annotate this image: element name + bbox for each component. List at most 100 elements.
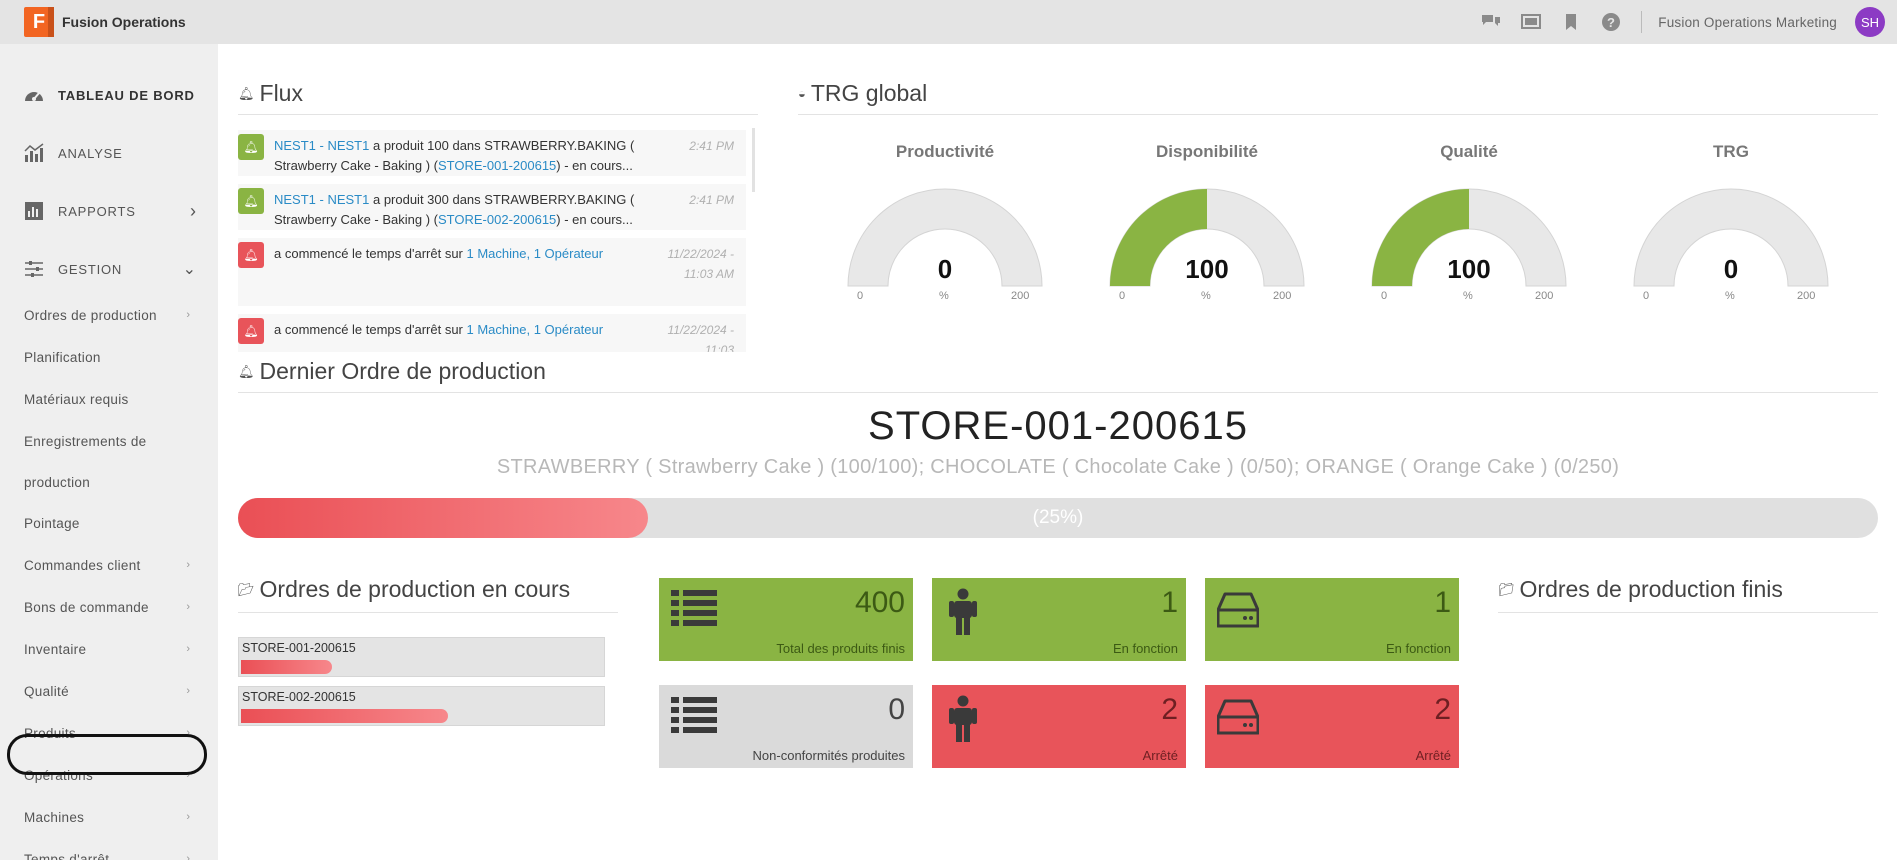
- feed-resource-link[interactable]: 1 Machine, 1 Opérateur: [467, 246, 604, 261]
- gauge-unit-label: %: [939, 290, 949, 302]
- bell-icon: 🔔︎: [238, 134, 264, 160]
- chevron-right-icon: ›: [186, 309, 190, 321]
- sidebar-item-time-tracking[interactable]: Pointage: [0, 502, 218, 544]
- nav-management[interactable]: GESTION ⌄: [0, 244, 218, 294]
- sidebar-item-label: Pointage: [24, 515, 80, 531]
- gauge-max-label: 200: [1273, 290, 1292, 302]
- monitor-icon[interactable]: [1521, 12, 1542, 32]
- feed-item: 🔔︎ a commencé le temps d'arrêt sur 1 Mac…: [238, 314, 746, 352]
- folder-icon: 📁︎: [1498, 581, 1515, 597]
- sidebar-item-sales-orders[interactable]: Commandes client ›: [0, 544, 218, 586]
- bookmark-icon[interactable]: [1561, 12, 1581, 32]
- in-progress-divider: [238, 612, 618, 613]
- sidebar-item-downtime[interactable]: Temps d'arrêt ›: [0, 838, 218, 860]
- last-order-items: STRAWBERRY ( Strawberry Cake ) (100/100)…: [496, 456, 1620, 478]
- tile-total-finished[interactable]: 400 Total des produits finis: [659, 578, 913, 661]
- in-progress-order-bar: [241, 660, 332, 674]
- nav-reports[interactable]: RAPPORTS ›: [0, 186, 218, 236]
- chevron-down-icon: ⌄: [182, 261, 196, 278]
- chat-icon[interactable]: [1481, 12, 1501, 32]
- feed-item-text: a commencé le temps d'arrêt sur 1 Machin…: [274, 244, 674, 264]
- sidebar-item-inventory[interactable]: Inventaire ›: [0, 628, 218, 670]
- tile-value: 400: [854, 586, 905, 619]
- header-divider: [1641, 11, 1643, 33]
- reports-icon: [25, 202, 43, 220]
- feed-order-link[interactable]: STORE-002-200615: [438, 212, 556, 227]
- dashboard-icon: [25, 92, 43, 101]
- trg-divider: [798, 114, 1878, 115]
- last-order-divider: [238, 392, 1878, 393]
- sidebar-item-planning[interactable]: Planification: [0, 336, 218, 378]
- tile-operators-running[interactable]: 1 En fonction: [932, 578, 1186, 661]
- flux-heading: 🔔︎ Flux: [238, 80, 303, 107]
- gauge-label: Disponibilité: [1156, 142, 1258, 161]
- feed-order-link[interactable]: STORE-001-200615: [438, 158, 556, 173]
- feed-resource-link[interactable]: 1 Machine, 1 Opérateur: [467, 322, 604, 337]
- sidebar-item-label: Inventaire: [24, 641, 87, 657]
- gauge-unit-label: %: [1725, 290, 1735, 302]
- in-progress-order-row[interactable]: STORE-001-200615: [238, 637, 605, 677]
- tile-nonconformities[interactable]: 0 Non-conformités produites: [659, 685, 913, 768]
- sidebar-item-machines[interactable]: Machines ›: [0, 796, 218, 838]
- sidebar-item-label: Machines: [24, 809, 85, 825]
- sidebar-item-label: Commandes client: [24, 557, 141, 573]
- sidebar-item-production-orders[interactable]: Ordres de production ›: [0, 294, 218, 336]
- trg-title: TRG global: [810, 80, 928, 106]
- sidebar-item-required-materials[interactable]: Matériaux requis: [0, 378, 218, 420]
- tile-label: Arrêté: [1142, 748, 1178, 763]
- nav-analysis-label: ANALYSE: [58, 145, 123, 161]
- feed-item-time: 2:41 PM: [689, 193, 734, 207]
- gauge-max-label: 200: [1011, 290, 1030, 302]
- feed-machine-link[interactable]: NEST1 - NEST1: [274, 138, 369, 153]
- sidebar-item-quality[interactable]: Qualité ›: [0, 670, 218, 712]
- analysis-icon: [24, 143, 44, 162]
- finished-heading: 📁︎ Ordres de production finis: [1498, 576, 1783, 603]
- in-progress-heading: 📂︎ Ordres de production en cours: [238, 576, 570, 603]
- feed-item: 🔔︎ NEST1 - NEST1 a produit 100 dans STRA…: [238, 130, 746, 176]
- chevron-right-icon: ›: [186, 601, 190, 613]
- tile-label: En fonction: [1112, 641, 1178, 656]
- gauge-label: TRG: [1713, 142, 1749, 161]
- nav-analysis[interactable]: ANALYSE: [0, 128, 218, 178]
- feed-machine-link[interactable]: NEST1 - NEST1: [274, 192, 369, 207]
- in-progress-order-id: STORE-002-200615: [242, 690, 356, 704]
- gauge-unit-label: %: [1463, 290, 1473, 302]
- machine-icon: [1217, 699, 1259, 735]
- sidebar-item-label: Ordres de production: [24, 307, 157, 323]
- tile-label: En fonction: [1385, 641, 1451, 656]
- sidebar-item-production-records-cont[interactable]: production: [0, 461, 218, 503]
- tile-operators-stopped[interactable]: 2 Arrêté: [932, 685, 1186, 768]
- nav-dashboard[interactable]: TABLEAU DE BORD: [0, 70, 218, 120]
- bell-icon: 🔔︎: [238, 318, 264, 344]
- in-progress-order-id: STORE-001-200615: [242, 641, 356, 655]
- tile-value: 2: [1434, 693, 1451, 726]
- sidebar-item-label: Planification: [24, 349, 101, 365]
- sidebar-item-purchase-orders[interactable]: Bons de commande ›: [0, 586, 218, 628]
- help-icon[interactable]: ?: [1601, 12, 1621, 32]
- feed-item-text: a commencé le temps d'arrêt sur 1 Machin…: [274, 320, 674, 340]
- tile-machines-stopped[interactable]: 2 Arrêté: [1205, 685, 1459, 768]
- in-progress-order-row[interactable]: STORE-002-200615: [238, 686, 605, 726]
- feed-item-time: 11/22/2024 - 11:03: [667, 323, 735, 352]
- sidebar-item-label: Qualité: [24, 683, 69, 699]
- person-icon: [949, 588, 977, 635]
- tile-machines-running[interactable]: 1 En fonction: [1205, 578, 1459, 661]
- feed-scrollbar[interactable]: [752, 128, 755, 192]
- avatar[interactable]: SH: [1855, 7, 1885, 37]
- chevron-right-icon: ›: [186, 811, 190, 823]
- top-bar: F Fusion Operations ? Fusion Operations …: [0, 0, 1897, 44]
- nav-management-label: GESTION: [58, 261, 123, 277]
- chevron-right-icon: ›: [186, 559, 190, 571]
- chevron-right-icon: ›: [186, 643, 190, 655]
- org-name[interactable]: Fusion Operations Marketing: [1658, 15, 1837, 30]
- gauge-unit-label: %: [1201, 290, 1211, 302]
- feed-item-message: a commencé le temps d'arrêt sur: [274, 322, 467, 337]
- app-title: Fusion Operations: [62, 14, 186, 30]
- flux-feed[interactable]: 🔔︎ NEST1 - NEST1 a produit 100 dans STRA…: [238, 126, 746, 352]
- gauge-max-label: 200: [1797, 290, 1816, 302]
- sidebar-item-production-records[interactable]: Enregistrements de: [0, 420, 218, 462]
- last-order-id[interactable]: STORE-001-200615: [238, 404, 1878, 449]
- fusion-logo[interactable]: F: [24, 7, 54, 37]
- gauge-min-label: 0: [1381, 290, 1388, 302]
- bell-icon: 🔔︎: [238, 363, 255, 379]
